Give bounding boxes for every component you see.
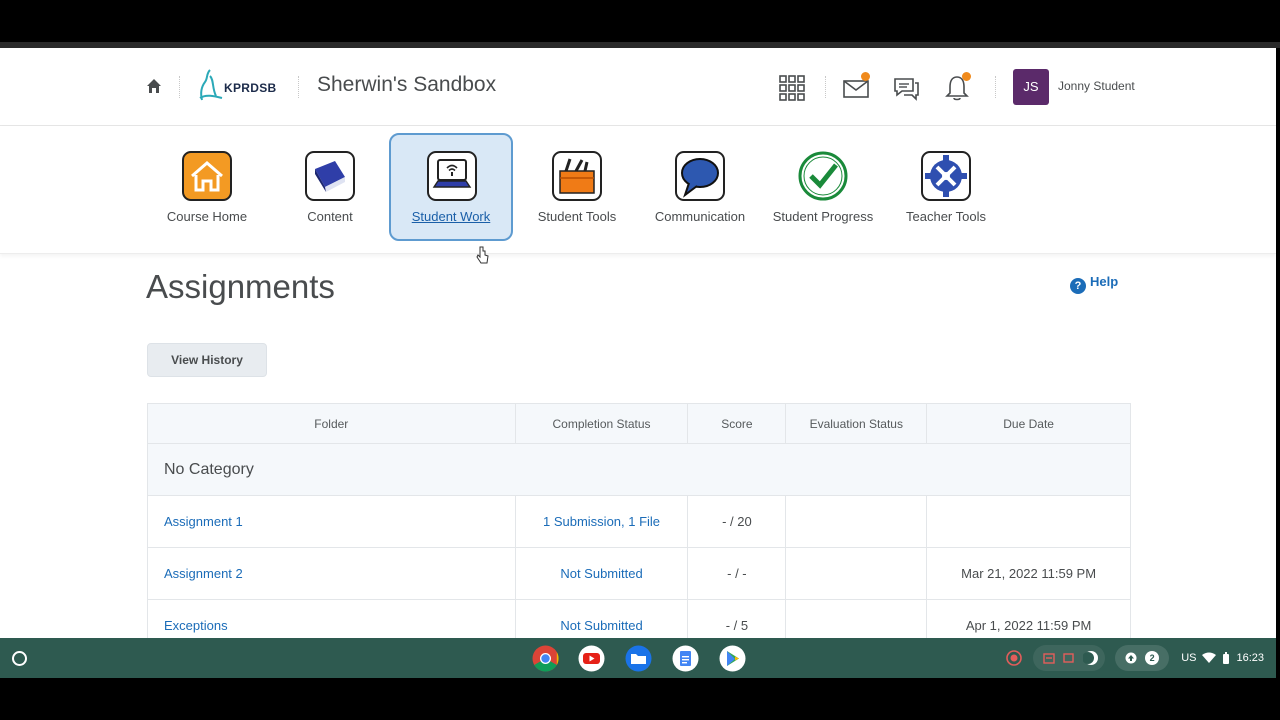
evaluation-status [785,495,928,548]
help-icon: ? [1070,278,1086,294]
column-header[interactable]: Evaluation Status [785,403,928,444]
nav-label: Student Progress [772,209,874,224]
nav-student-work[interactable]: Student Work [389,133,513,241]
nav-content[interactable]: Content [268,134,392,242]
evaluation-status [785,547,928,600]
logo-figure-icon [199,69,223,101]
nav-course-home[interactable]: Course Home [145,134,269,242]
upload-icon [1125,652,1137,664]
os-shelf: 2 US 16:23 [0,638,1276,678]
nav-label: Content [307,209,353,224]
nav-label: Student Tools [537,209,617,224]
course-navbar: Course Home Content Student Work Student… [0,126,1276,264]
night-light-icon [1083,651,1099,665]
completion-status-link[interactable]: 1 Submission, 1 File [514,495,689,548]
screen-record-icon[interactable] [1005,649,1023,667]
column-header[interactable]: Score [687,403,787,444]
due-date: Mar 21, 2022 11:59 PM [926,547,1131,600]
mouse-cursor-icon [476,246,489,264]
column-header[interactable]: Completion Status [514,403,689,444]
score: - / - [687,547,787,600]
nav-teacher-tools[interactable]: Teacher Tools [884,134,1008,242]
notification-badge [962,72,971,81]
holding-space-pill[interactable] [1033,645,1106,671]
assignment-link[interactable]: Assignment 1 [147,495,516,548]
help-link[interactable]: ? Help [1070,274,1118,294]
youtube-icon[interactable] [578,645,605,672]
nav-label: Teacher Tools [906,209,986,224]
logo-text: KPRDSB [224,81,277,95]
course-title[interactable]: Sherwin's Sandbox [317,73,496,97]
column-header[interactable]: Folder [147,403,516,444]
mail-badge [861,72,870,81]
category-row: No Category [147,443,1131,496]
notification-count: 2 [1145,651,1160,665]
quick-settings[interactable]: US 16:23 [1179,645,1266,671]
home-icon[interactable] [146,78,162,94]
completion-status-link[interactable]: Not Submitted [514,547,689,600]
play-store-icon[interactable] [719,645,746,672]
due-date [926,495,1131,548]
avatar[interactable]: JS [1013,69,1049,105]
table-row: Assignment 1 1 Submission, 1 File - / 20 [147,495,1131,548]
toolbox-icon [552,151,602,201]
nav-label: Course Home [166,209,248,224]
due-date: Apr 1, 2022 11:59 PM [926,599,1131,638]
category-label: No Category [147,443,1131,496]
screen-frame: KPRDSB Sherwin's Sandbox JS Jonny Studen… [0,0,1280,720]
score: - / 20 [687,495,787,548]
nav-student-tools[interactable]: Student Tools [515,134,639,242]
completion-status-link[interactable]: Not Submitted [514,599,689,638]
checkmark-icon [798,151,848,201]
docs-icon[interactable] [672,645,699,672]
assignment-link[interactable]: Assignment 2 [147,547,516,600]
tote-icon [1043,653,1055,664]
nav-label: Student Work [411,209,491,224]
files-icon[interactable] [625,645,652,672]
laptop-icon [427,151,477,201]
header-divider [179,76,180,98]
course-header: KPRDSB Sherwin's Sandbox JS Jonny Studen… [0,48,1276,126]
status-area[interactable]: 2 [1115,645,1170,671]
house-icon [182,151,232,201]
evaluation-status [785,599,928,638]
chrome-icon[interactable] [532,645,559,672]
assignment-link[interactable]: Exceptions [147,599,516,638]
launcher-icon[interactable] [12,651,27,666]
table-header-row: Folder Completion Status Score Evaluatio… [147,403,1131,444]
column-header[interactable]: Due Date [926,403,1131,444]
apps-grid-icon[interactable] [778,74,806,102]
assignments-table: Folder Completion Status Score Evaluatio… [147,403,1131,638]
score: - / 5 [687,599,787,638]
header-divider [825,76,826,98]
chat-icon[interactable] [892,74,920,102]
table-row: Assignment 2 Not Submitted - / - Mar 21,… [147,547,1131,600]
wifi-icon [1202,652,1217,663]
browser-viewport: KPRDSB Sherwin's Sandbox JS Jonny Studen… [0,48,1276,638]
header-divider [995,76,996,98]
battery-icon [1223,652,1230,664]
page-title: Assignments [146,268,335,305]
book-icon [305,151,355,201]
header-divider [298,76,299,98]
speech-bubble-icon [675,151,725,201]
user-name[interactable]: Jonny Student [1058,79,1135,93]
nav-label: Communication [654,209,746,224]
table-row: Exceptions Not Submitted - / 5 Apr 1, 20… [147,599,1131,638]
kprdsb-logo[interactable]: KPRDSB [196,68,280,104]
nav-student-progress[interactable]: Student Progress [761,134,885,242]
gear-icon [921,151,971,201]
help-label: Help [1090,274,1119,289]
capture-icon [1063,653,1074,663]
view-history-button[interactable]: View History [147,343,267,377]
locale-label: US [1181,652,1197,664]
nav-communication[interactable]: Communication [638,134,762,242]
clock: 16:23 [1236,652,1264,664]
system-tray: 2 US 16:23 [1005,644,1266,672]
